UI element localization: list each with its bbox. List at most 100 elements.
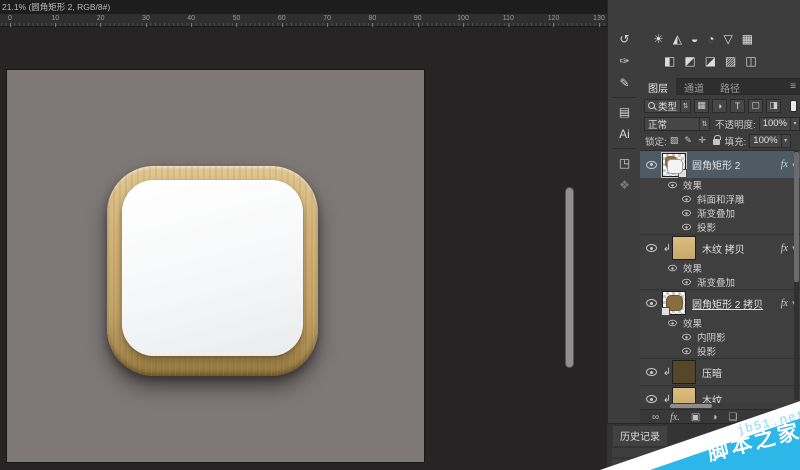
history-entry[interactable] (612, 459, 730, 468)
fx-badge[interactable]: fx (781, 298, 788, 309)
white-plate-artwork (122, 180, 303, 356)
clone-source-panel-icon[interactable]: ✎ (608, 72, 641, 94)
layers-horizontal-scrollbar[interactable] (670, 404, 712, 408)
panel-menu-icon[interactable]: ≡ (790, 81, 800, 92)
visibility-toggle[interactable] (664, 181, 680, 189)
layer-row[interactable]: ↲木纹 (640, 385, 800, 403)
eye-icon (668, 182, 677, 188)
clip-arrow-icon: ↲ (662, 394, 672, 404)
fx-badge[interactable]: fx (781, 243, 788, 254)
history-entry[interactable] (612, 448, 730, 457)
visibility-toggle[interactable] (640, 244, 662, 252)
canvas-document[interactable] (7, 70, 424, 462)
dock-separator (612, 97, 636, 98)
styles-panel-icon[interactable]: ❖ (608, 174, 641, 196)
3d-panel-icon[interactable]: ◳ (608, 152, 641, 174)
new-group-icon[interactable]: ❏ (728, 412, 737, 423)
visibility-toggle[interactable] (678, 223, 694, 231)
fx-badge[interactable]: fx (781, 159, 788, 170)
filter-kind-icon[interactable]: ▦ (694, 99, 709, 113)
visibility-toggle[interactable] (640, 161, 662, 169)
fill-field[interactable]: 100% ▾ (749, 134, 790, 148)
visibility-toggle[interactable] (678, 333, 694, 341)
layer-effect-row[interactable]: 投影 (640, 344, 800, 358)
visibility-toggle[interactable] (640, 368, 662, 376)
layer-style-icon[interactable]: fx. (670, 412, 680, 423)
layer-effect-row[interactable]: 效果 (640, 316, 800, 330)
adjustment-preset-icon[interactable]: ◫ (745, 55, 756, 67)
ai-panel-icon[interactable]: Ai (608, 123, 641, 145)
filter-kind-icon[interactable]: ◑ (712, 99, 727, 113)
blend-mode-select[interactable]: 正常 ⇅ (644, 117, 710, 131)
eye-icon (682, 210, 691, 216)
search-icon (648, 102, 655, 109)
layer-row[interactable]: 圆角矩形 2fx▾ (640, 151, 800, 178)
adjustment-preset-icon[interactable]: ◩ (684, 55, 695, 67)
eye-icon (646, 299, 657, 307)
tab-channels[interactable]: 通道 (676, 78, 712, 95)
adjustment-preset-icon[interactable]: ☀ (653, 33, 664, 45)
layer-row[interactable]: 圆角矩形 2 拷贝fx▾ (640, 289, 800, 316)
lock-paint-icon[interactable]: ✎ (682, 135, 695, 146)
filter-kind-icon[interactable]: T (730, 99, 745, 113)
document-tab[interactable]: 21.1% (圆角矩形 2, RGB/8#) (2, 1, 110, 13)
visibility-toggle[interactable] (664, 319, 680, 327)
layers-scrollbar[interactable] (794, 150, 799, 400)
layer-effect-row[interactable]: 斜面和浮雕 (640, 192, 800, 206)
vector-mask-badge (678, 169, 687, 178)
chevron-down-icon: ▾ (790, 118, 799, 130)
adjustment-preset-icon[interactable]: ◪ (705, 55, 716, 67)
layer-effect-row[interactable]: 渐变叠加 (640, 206, 800, 220)
layer-name: 圆角矩形 2 (692, 157, 740, 172)
layer-effect-row[interactable]: 效果 (640, 178, 800, 192)
filter-type-select[interactable]: 类型 ⇅ (644, 99, 691, 113)
tab-layers[interactable]: 图层 (640, 78, 676, 95)
layer-effect-row[interactable]: 内阴影 (640, 330, 800, 344)
adjustment-layer-icon[interactable]: ◑ (711, 412, 717, 423)
layer-effect-row[interactable]: 投影 (640, 220, 800, 234)
adjustment-preset-icon[interactable]: ◧ (664, 55, 675, 67)
lock-position-icon[interactable]: ✛ (696, 135, 709, 146)
canvas-vertical-scrollbar[interactable] (565, 187, 574, 368)
opacity-label: 不透明度: (715, 117, 756, 131)
layer-filter-row: 类型 ⇅ ▦◑T▢◨ (640, 97, 800, 114)
link-layers-icon[interactable]: ∞ (652, 412, 659, 423)
filter-kind-icon[interactable]: ◨ (766, 99, 781, 113)
opacity-field[interactable]: 100% ▾ (759, 117, 800, 131)
visibility-toggle[interactable] (640, 395, 662, 403)
visibility-toggle[interactable] (640, 299, 662, 307)
visibility-toggle[interactable] (678, 278, 694, 286)
eye-icon (682, 348, 691, 354)
brush-panel-icon[interactable]: ✑ (608, 50, 641, 72)
fill-value: 100% (750, 135, 780, 146)
adjustment-preset-icon[interactable]: ◒ (691, 33, 698, 45)
filter-kind-icon[interactable]: ▢ (748, 99, 763, 113)
lock-transparency-icon[interactable]: ▨ (668, 135, 681, 146)
layer-effect-row[interactable]: 效果 (640, 261, 800, 275)
tab-history[interactable]: 历史记录 (613, 426, 667, 446)
layer-mask-icon[interactable]: ▣ (691, 412, 700, 423)
eye-icon (668, 320, 677, 326)
history-brush-panel-icon[interactable]: ↺ (608, 28, 641, 50)
visibility-toggle[interactable] (678, 195, 694, 203)
visibility-toggle[interactable] (678, 209, 694, 217)
eye-icon (682, 196, 691, 202)
adjustment-preset-icon[interactable]: ▦ (742, 33, 753, 45)
tab-paths[interactable]: 路径 (712, 78, 748, 95)
layer-row[interactable]: ↲木纹 拷贝fx▾ (640, 234, 800, 261)
effect-name: 效果 (683, 316, 702, 330)
adjustment-preset-icon[interactable]: ▨ (725, 55, 736, 67)
filter-toggle-switch[interactable] (790, 100, 797, 112)
visibility-toggle[interactable] (678, 347, 694, 355)
lock-all-icon[interactable] (713, 139, 720, 145)
notes-panel-icon[interactable]: ▤ (608, 101, 641, 123)
visibility-toggle[interactable] (664, 264, 680, 272)
layer-row[interactable]: ↲压暗 (640, 358, 800, 385)
adjustments-icon-row-2: ◧ ◩ ◪ ▨ ◫ (640, 53, 800, 69)
adjustment-preset-icon[interactable]: ▽ (724, 33, 733, 45)
adjustment-preset-icon[interactable]: ◭ (673, 33, 682, 45)
dock-separator (612, 148, 636, 149)
adjustment-preset-icon[interactable]: ◔ (707, 33, 714, 45)
ruler-mark: 40 (187, 15, 195, 22)
layer-effect-row[interactable]: 渐变叠加 (640, 275, 800, 289)
